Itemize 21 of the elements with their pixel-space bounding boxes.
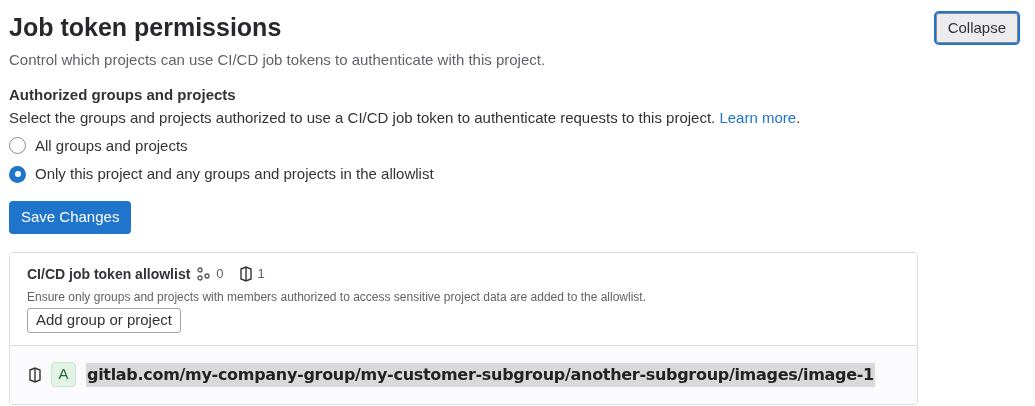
page-title: Job token permissions [9,12,283,43]
project-avatar: A [51,362,76,387]
radio-label: Only this project and any groups and projects in the allowlist [35,164,434,184]
group-count: 0 [216,265,224,284]
radio-button[interactable] [9,137,26,155]
project-path[interactable]: gitlab.com/my-company-group/my-customer-subgroup/another-subgroup/images/image-1 [86,362,875,387]
project-icon [239,266,252,282]
project-icon [29,366,41,383]
collapse-button[interactable]: Collapse [933,11,1020,45]
add-group-or-project-button[interactable]: Add group or project [27,307,181,333]
radio-label: All groups and projects [35,135,188,156]
section-description: Select the groups and projects authorized to use a CI/CD job token to authenticate requests to this project. Learn more. [9,108,802,128]
project-count: 1 [257,265,265,284]
section-heading: Authorized groups and projects [9,84,237,105]
learn-more-link[interactable]: Learn more [719,109,797,126]
radio-button[interactable] [9,165,26,183]
group-icon [196,267,211,281]
save-changes-button[interactable]: Save Changes [9,200,132,234]
allowlist-description: Ensure only groups and projects with members authorized to access sensitive project data are added to the allowlist. [27,288,647,306]
page-description: Control which projects can use CI/CD job tokens to authenticate with this project. [9,50,546,70]
allowlist-title: CI/CD job token allowlist [27,264,191,284]
